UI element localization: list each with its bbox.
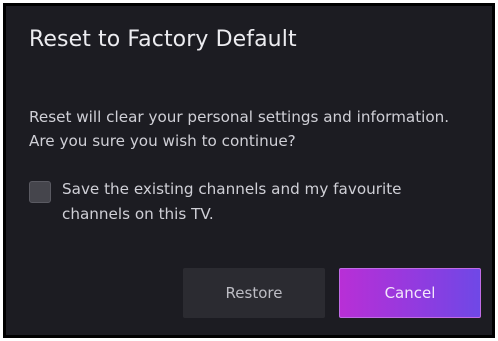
dialog-message: Reset will clear your personal settings … [29,105,479,153]
reset-dialog: Reset to Factory Default Reset will clea… [6,6,492,335]
save-channels-checkbox[interactable] [29,181,51,203]
cancel-button[interactable]: Cancel [339,268,481,318]
checkbox-label-line-2: channels on this TV. [62,205,214,223]
message-line-2: Are you sure you wish to continue? [29,132,296,150]
checkbox-label-line-1: Save the existing channels and my favour… [62,180,402,198]
message-line-1: Reset will clear your personal settings … [29,108,450,126]
dialog-title: Reset to Factory Default [29,27,297,52]
restore-button[interactable]: Restore [183,268,325,318]
save-channels-label[interactable]: Save the existing channels and my favour… [62,177,462,227]
